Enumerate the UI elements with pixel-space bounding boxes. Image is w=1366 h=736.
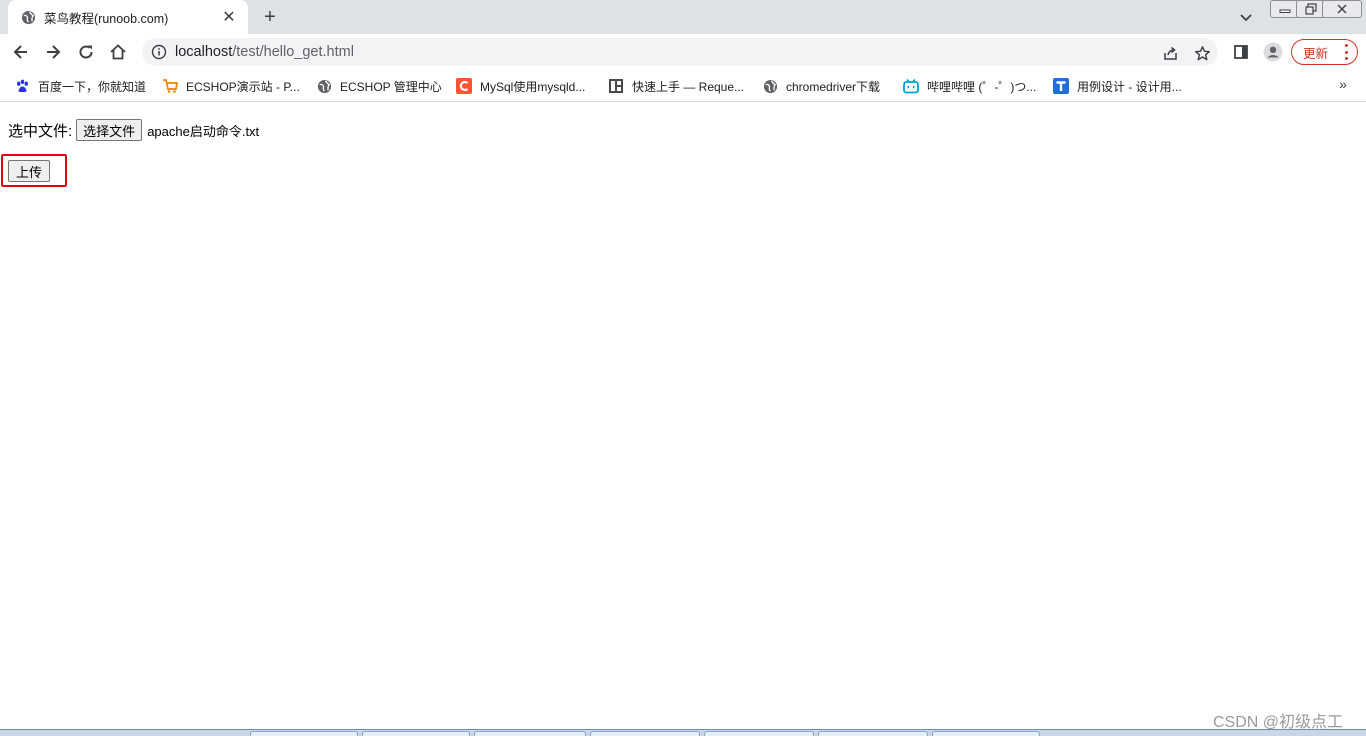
baidu-paw-icon	[14, 78, 30, 94]
taskbar-item[interactable]	[474, 731, 586, 736]
address-url: localhost/test/hello_get.html	[175, 44, 354, 60]
address-host: localhost	[175, 44, 233, 60]
cart-icon	[162, 78, 178, 94]
bookmark-mysql[interactable]: MySql使用mysqld...	[456, 76, 585, 96]
bookmark-ecshop-admin[interactable]: ECSHOP 管理中心	[316, 76, 442, 96]
globe-icon	[762, 78, 778, 94]
back-arrow-icon[interactable]	[8, 39, 34, 65]
close-icon[interactable]: ✕	[220, 8, 238, 26]
info-icon[interactable]	[150, 43, 168, 61]
taskbar-item[interactable]	[590, 731, 700, 736]
bookmarks-overflow-button[interactable]: »	[1334, 74, 1352, 94]
bookmarks-bar: 百度一下，你就知道 ECSHOP演示站 - P... ECSHOP 管理中心 M…	[0, 70, 1366, 102]
bookmark-label: chromedriver下载	[786, 79, 881, 94]
new-tab-button[interactable]: +	[258, 6, 282, 28]
chevron-down-icon[interactable]	[1236, 7, 1256, 27]
globe-icon	[20, 9, 36, 25]
upload-button[interactable]: 上传	[8, 160, 51, 182]
taskbar-item[interactable]	[704, 731, 814, 736]
taskbar-item[interactable]	[932, 731, 1040, 736]
more-vert-icon[interactable]	[1344, 44, 1348, 60]
tab-title: 菜鸟教程(runoob.com)	[44, 11, 169, 26]
update-button-label: 更新	[1303, 46, 1329, 61]
csdn-c-icon	[456, 78, 472, 94]
choose-file-button[interactable]: 选择文件	[76, 119, 143, 141]
tab-strip: 菜鸟教程(runoob.com) ✕ +	[0, 0, 1366, 34]
profile-avatar-icon[interactable]	[1260, 39, 1286, 65]
bookmark-label: ECSHOP 管理中心	[340, 79, 442, 94]
browser-toolbar: localhost/test/hello_get.html 更新	[0, 34, 1366, 70]
bookmark-label: MySql使用mysqld...	[480, 79, 586, 94]
tab-runoob[interactable]: 菜鸟教程(runoob.com) ✕	[8, 0, 248, 34]
selected-file-name: apache启动命令.txt	[147, 123, 260, 139]
forward-arrow-icon[interactable]	[40, 39, 66, 65]
bookmark-chromedriver[interactable]: chromedriver下载	[762, 76, 880, 96]
bookmark-testcase[interactable]: 用例设计 - 设计用...	[1053, 76, 1182, 96]
taskbar-item[interactable]	[362, 731, 470, 736]
bilibili-tv-icon	[903, 78, 919, 94]
bookmark-ecshop-demo[interactable]: ECSHOP演示站 - P...	[162, 76, 300, 96]
globe-icon	[316, 78, 332, 94]
bookmark-baidu[interactable]: 百度一下，你就知道	[14, 76, 146, 96]
page-content: 选中文件: 选择文件 apache启动命令.txt 上传	[0, 103, 1366, 729]
file-select-row: 选中文件: 选择文件 apache启动命令.txt	[8, 119, 259, 141]
address-bar[interactable]: localhost/test/hello_get.html	[142, 38, 1218, 66]
bookmark-requests[interactable]: 快速上手 — Reque...	[608, 76, 744, 96]
bookmark-bilibili[interactable]: 哔哩哔哩 (゜-゜)つ...	[903, 76, 1036, 96]
bookmark-label: 用例设计 - 设计用...	[1077, 79, 1182, 94]
taskbar-item[interactable]	[250, 731, 358, 736]
book-icon	[608, 78, 624, 94]
bookmark-label: 哔哩哔哩 (゜-゜)つ...	[927, 79, 1037, 94]
window-close-button[interactable]	[1322, 0, 1362, 18]
home-icon[interactable]	[105, 39, 131, 65]
bookmark-label: ECSHOP演示站 - P...	[186, 79, 300, 94]
taskbar	[0, 729, 1366, 736]
update-button[interactable]: 更新	[1291, 39, 1358, 65]
star-icon[interactable]	[1192, 43, 1212, 63]
bookmark-label: 百度一下，你就知道	[38, 79, 147, 94]
reload-icon[interactable]	[73, 39, 99, 65]
address-path: /test/hello_get.html	[232, 44, 354, 60]
share-icon[interactable]	[1160, 43, 1180, 63]
bookmark-label: 快速上手 — Reque...	[632, 79, 745, 94]
taskbar-item[interactable]	[818, 731, 928, 736]
side-panel-icon[interactable]	[1228, 39, 1254, 65]
file-label: 选中文件:	[8, 122, 73, 140]
t-logo-icon	[1053, 78, 1069, 94]
